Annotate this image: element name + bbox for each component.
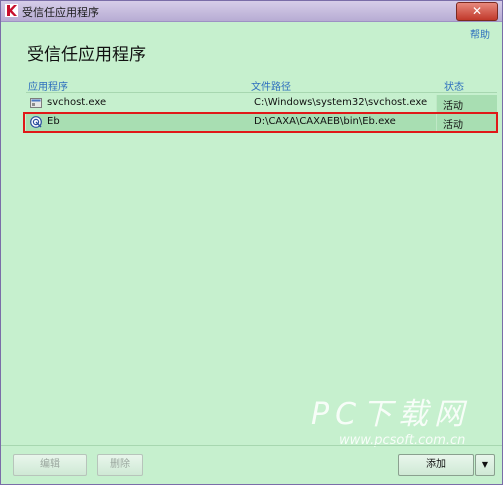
path-cell: C:\Windows\system32\svchost.exe: [254, 97, 428, 108]
footer-divider: [1, 445, 502, 446]
add-dropdown-button[interactable]: ▼: [475, 454, 495, 476]
header-divider: [26, 92, 497, 93]
status-cell: 活动: [436, 95, 497, 112]
column-header-path[interactable]: 文件路径: [251, 78, 291, 93]
chevron-down-icon: ▼: [481, 460, 489, 469]
window-title: 受信任应用程序: [22, 6, 99, 19]
add-button[interactable]: 添加: [398, 454, 474, 476]
column-header-status[interactable]: 状态: [444, 78, 464, 93]
page-title: 受信任应用程序: [27, 45, 146, 65]
exe-file-icon: [30, 98, 42, 108]
column-header-app[interactable]: 应用程序: [28, 78, 68, 93]
help-link[interactable]: 帮助: [470, 26, 490, 41]
status-label: 活动: [443, 101, 463, 112]
selection-highlight-box: [23, 112, 498, 133]
close-icon: ✕: [471, 4, 483, 18]
trusted-apps-window: 受信任应用程序 ✕ 帮助 受信任应用程序 应用程序 文件路径 状态 svchos…: [0, 0, 503, 485]
table-row[interactable]: svchost.exe C:\Windows\system32\svchost.…: [26, 95, 497, 112]
kaspersky-k-icon: [5, 4, 18, 17]
edit-button[interactable]: 编辑: [13, 454, 87, 476]
delete-button[interactable]: 删除: [97, 454, 143, 476]
close-button[interactable]: ✕: [456, 2, 498, 21]
watermark-logo-text: PC下载网: [311, 397, 471, 432]
app-name-cell: svchost.exe: [47, 97, 107, 108]
title-bar[interactable]: 受信任应用程序 ✕: [1, 1, 502, 22]
